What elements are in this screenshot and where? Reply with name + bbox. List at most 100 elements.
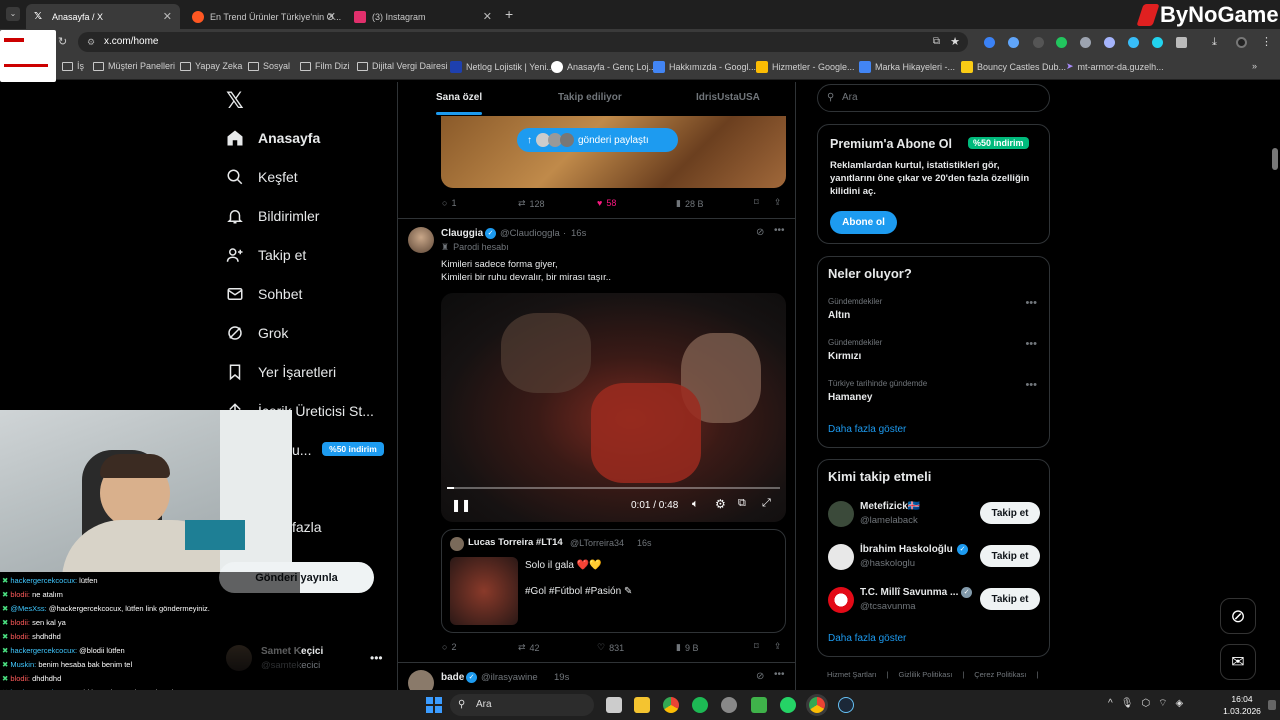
video-progress-track[interactable] <box>447 487 780 489</box>
trend-more-icon[interactable]: ••• <box>1025 379 1037 391</box>
prev-repost[interactable]: ⇄ 128 <box>518 198 545 209</box>
share-icon[interactable]: ⇪ <box>774 197 782 208</box>
account-more-icon[interactable]: ••• <box>370 651 383 665</box>
clock-date[interactable]: 1.03.2026 <box>1220 706 1264 716</box>
messages-float-button[interactable]: ✉ <box>1220 644 1256 680</box>
bookmark-icon[interactable]: ⌑ <box>754 641 759 652</box>
whatsapp-icon[interactable] <box>780 697 796 713</box>
post-time[interactable]: 16s <box>571 228 586 239</box>
views-count[interactable]: ▮ 9 B <box>676 642 698 653</box>
post-author-name[interactable]: Clauggia <box>441 228 483 239</box>
bookmark-mt-armor[interactable]: ➤ mt-armor-da.guzelh... <box>1066 61 1164 72</box>
profile-avatar-icon[interactable] <box>1236 37 1247 48</box>
bookmark-film-dizi[interactable]: Film Dizi <box>300 61 350 71</box>
bookmarks-overflow-icon[interactable]: » <box>1252 61 1257 71</box>
bookmark-netlog[interactable]: Netlog Lojistik | Yeni... <box>450 61 554 73</box>
share-pill[interactable]: ↑ gönderi paylaştı <box>517 128 678 152</box>
tab-list-button[interactable]: ⌄ <box>6 7 20 21</box>
post-more-icon[interactable]: ••• <box>774 669 785 680</box>
clock-time[interactable]: 16:04 <box>1226 694 1258 704</box>
close-tab-icon[interactable]: ✕ <box>483 10 492 23</box>
bookmark-icon[interactable]: ⌑ <box>754 197 759 208</box>
suggestion-avatar[interactable] <box>828 544 854 570</box>
extension-icon[interactable] <box>1152 37 1163 48</box>
nav-home[interactable]: Anasayfa <box>226 129 320 147</box>
suggestion-name[interactable]: Metefizick🇮🇸 <box>860 501 920 512</box>
extension-icon[interactable] <box>1128 37 1139 48</box>
nav-premium-partial[interactable]: u... <box>292 442 311 458</box>
prev-like[interactable]: ♥ 58 <box>597 198 616 208</box>
extension-icon[interactable] <box>1080 37 1091 48</box>
footer-link[interactable]: Çerez Politikası <box>974 670 1026 679</box>
trends-show-more[interactable]: Daha fazla göster <box>828 424 906 435</box>
nav-messages[interactable]: Sohbet <box>226 285 302 303</box>
pause-icon[interactable]: ❚❚ <box>451 498 471 512</box>
footer-link[interactable]: Gizlilik Politikası <box>899 670 953 679</box>
chrome-menu-icon[interactable]: ⋮ <box>1261 37 1272 48</box>
search-box[interactable]: ⚲ Ara <box>817 84 1050 112</box>
next-post-time[interactable]: 19s <box>554 672 569 683</box>
nav-bookmarks[interactable]: Yer İşaretleri <box>226 363 336 381</box>
steam-icon[interactable] <box>838 697 854 713</box>
tab-idrisustausa[interactable]: IdrisUstaUSA <box>696 92 760 103</box>
tray-icons[interactable]: ^🎙︎⬡⌔◈ <box>1108 697 1191 710</box>
extension-icon[interactable] <box>1033 37 1044 48</box>
fullscreen-icon[interactable]: ⤢ <box>762 497 771 510</box>
next-post-handle[interactable]: @ilrasyawine <box>481 672 538 683</box>
close-tab-icon[interactable]: ✕ <box>327 10 336 23</box>
volume-icon[interactable]: 🔈︎ <box>692 498 699 511</box>
media-player-icon[interactable] <box>751 697 767 713</box>
extension-icon[interactable] <box>1104 37 1115 48</box>
extension-icon[interactable] <box>1056 37 1067 48</box>
trend-more-icon[interactable]: ••• <box>1025 338 1037 350</box>
prev-reply[interactable]: ○ 1 <box>442 198 456 208</box>
settings-icon[interactable]: ⚙ <box>715 497 726 511</box>
trend-name[interactable]: Hamaney <box>828 392 872 403</box>
trend-name[interactable]: Altın <box>828 310 850 321</box>
extension-icon[interactable] <box>1008 37 1019 48</box>
start-icon[interactable] <box>426 697 442 713</box>
nav-more-partial[interactable]: fazla <box>292 519 322 535</box>
pip-icon[interactable]: ⧉ <box>738 497 746 510</box>
nav-notifications[interactable]: Bildirimler <box>226 207 319 225</box>
suggestion-name[interactable]: İbrahim Haskoloğlu <box>860 544 953 555</box>
chrome-active-icon[interactable] <box>809 697 825 713</box>
tab-for-you[interactable]: Sana özel <box>436 92 482 103</box>
repost-count[interactable]: ⇄ 42 <box>518 642 540 653</box>
bookmark-sosyal[interactable]: Sosyal <box>248 61 290 71</box>
grok-float-button[interactable]: ⊘ <box>1220 598 1256 634</box>
prev-views[interactable]: ▮ 28 B <box>676 198 703 209</box>
page-scrollbar-thumb[interactable] <box>1272 148 1278 170</box>
bookmark-vergi[interactable]: Dijital Vergi Dairesi <box>357 61 448 71</box>
suggestion-avatar[interactable] <box>828 587 854 613</box>
follow-button[interactable]: Takip et <box>980 502 1040 524</box>
site-info-icon[interactable]: ⚙ <box>87 32 95 52</box>
reply-count[interactable]: ○ 2 <box>442 642 456 652</box>
post-more-icon[interactable]: ••• <box>774 225 785 236</box>
spotify-icon[interactable] <box>692 697 708 713</box>
extension-icon[interactable] <box>984 37 995 48</box>
nav-explore[interactable]: Keşfet <box>226 168 298 186</box>
tab-x-home[interactable]: 𝕏 Anasayfa / X ✕ <box>26 4 180 29</box>
subscribe-button[interactable]: Abone ol <box>830 211 897 234</box>
suggestion-name[interactable]: T.C. Millî Savunma ... <box>860 587 958 598</box>
bookmark-genc-loj[interactable]: Anasayfa - Genç Loj... <box>551 61 656 73</box>
install-app-icon[interactable]: ⧉ <box>933 32 940 52</box>
wtf-show-more[interactable]: Daha fazla göster <box>828 633 906 644</box>
bookmark-is[interactable]: İş <box>62 61 84 71</box>
x-logo-icon[interactable]: 𝕏 <box>226 88 244 114</box>
app-icon[interactable] <box>721 697 737 713</box>
close-tab-icon[interactable]: ✕ <box>163 10 172 23</box>
post-author-handle[interactable]: @Claudioggla <box>500 228 560 239</box>
task-view-icon[interactable] <box>606 697 622 713</box>
taskbar-search[interactable]: ⚲ Ara <box>450 694 594 716</box>
file-explorer-icon[interactable] <box>634 697 650 713</box>
chrome-icon[interactable] <box>663 697 679 713</box>
next-post-name[interactable]: bade <box>441 672 464 683</box>
grok-icon[interactable]: ⊘ <box>756 227 764 238</box>
follow-button[interactable]: Takip et <box>980 588 1040 610</box>
nav-grok[interactable]: Grok <box>226 324 288 342</box>
new-tab-button[interactable]: + <box>505 6 513 22</box>
trend-more-icon[interactable]: ••• <box>1025 297 1037 309</box>
trend-name[interactable]: Kırmızı <box>828 351 861 362</box>
